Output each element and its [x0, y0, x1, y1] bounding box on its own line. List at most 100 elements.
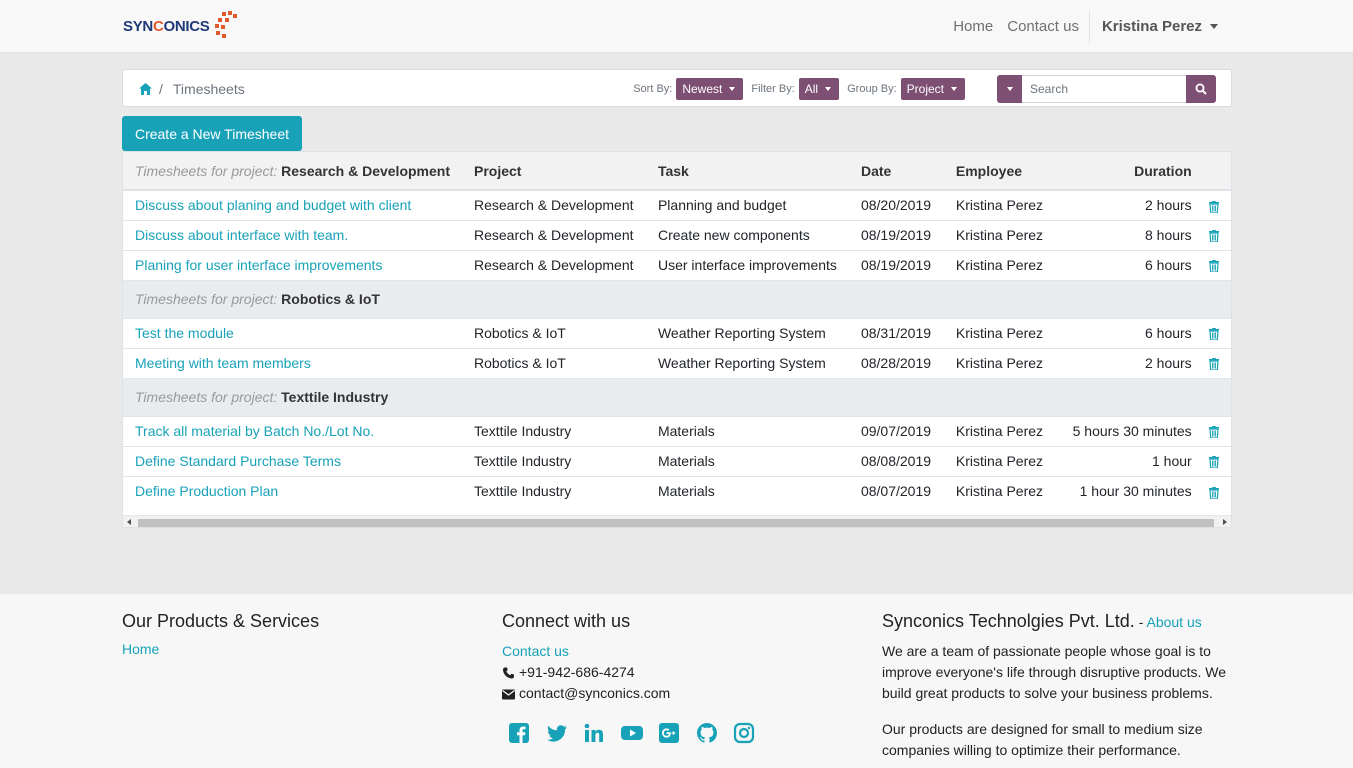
- search-options-dropdown[interactable]: [997, 75, 1022, 103]
- footer-contact-link[interactable]: Contact us: [502, 641, 569, 662]
- scroll-left-icon[interactable]: [127, 519, 131, 525]
- youtube-icon[interactable]: [620, 722, 643, 744]
- footer: Our Products & Services Home Connect wit…: [0, 594, 1353, 768]
- group-dropdown[interactable]: Project: [900, 78, 965, 100]
- trash-icon[interactable]: [1209, 456, 1220, 469]
- breadcrumb-separator: /: [159, 81, 163, 97]
- column-task[interactable]: Task: [645, 152, 849, 191]
- scroll-right-icon[interactable]: [1223, 519, 1227, 525]
- delete-button[interactable]: [1203, 415, 1231, 446]
- footer-products-title: Our Products & Services: [122, 611, 320, 631]
- delete-button[interactable]: [1203, 219, 1231, 250]
- column-duration[interactable]: Duration: [1055, 152, 1204, 191]
- cell-date: 08/20/2019: [848, 189, 944, 220]
- trash-icon[interactable]: [1209, 486, 1220, 499]
- timesheet-table-container: Timesheets for project: Research & Devel…: [122, 151, 1232, 528]
- footer-phone: +91-942-686-4274: [502, 662, 771, 683]
- delete-button[interactable]: [1203, 317, 1231, 348]
- chevron-down-icon: [1006, 87, 1013, 91]
- cell-task: User interface improvements: [645, 249, 849, 280]
- nav-home-link[interactable]: Home: [946, 18, 1000, 35]
- footer-home-link[interactable]: Home: [122, 641, 159, 657]
- cell-employee: Kristina Perez: [943, 189, 1056, 220]
- google-plus-icon[interactable]: [658, 722, 680, 744]
- group-row: Timesheets for project: Robotics & IoT: [123, 279, 1231, 318]
- footer-products: Our Products & Services Home: [122, 611, 319, 657]
- cell-duration: 1 hour 30 minutes: [1055, 475, 1204, 506]
- search-icon: [1195, 83, 1207, 95]
- timesheet-table: Timesheets for project: Research & Devel…: [123, 152, 1231, 506]
- timesheet-title-link[interactable]: Track all material by Batch No./Lot No.: [135, 423, 374, 439]
- timesheet-title-link[interactable]: Test the module: [135, 325, 234, 341]
- filter-dropdown[interactable]: All: [798, 78, 840, 100]
- cell-date: 08/31/2019: [848, 317, 944, 348]
- delete-button[interactable]: [1203, 475, 1231, 506]
- group-name: Texttile Industry: [281, 389, 389, 405]
- breadcrumb-current: Timesheets: [172, 81, 245, 97]
- footer-email: contact@synconics.com: [502, 683, 771, 704]
- timesheet-title-link[interactable]: Discuss about interface with team.: [135, 227, 348, 243]
- logo-mark: [212, 10, 238, 42]
- about-us-link[interactable]: About us: [1146, 614, 1201, 630]
- trash-icon[interactable]: [1209, 200, 1220, 213]
- cell-employee: Kristina Perez: [943, 219, 1056, 250]
- about-paragraph-2: Our products are designed for small to m…: [882, 721, 1203, 758]
- cell-employee: Kristina Perez: [943, 347, 1056, 378]
- twitter-icon[interactable]: [546, 722, 568, 744]
- trash-icon[interactable]: [1209, 328, 1220, 341]
- trash-icon[interactable]: [1209, 358, 1220, 371]
- breadcrumb: / Timesheets: [139, 70, 245, 108]
- horizontal-scrollbar[interactable]: [123, 515, 1231, 527]
- instagram-icon[interactable]: [733, 722, 755, 744]
- brand-logo[interactable]: SYNCONICS: [123, 9, 238, 43]
- cell-project: Research & Development: [462, 249, 646, 280]
- timesheet-title-link[interactable]: Discuss about planing and budget with cl…: [135, 197, 411, 213]
- cell-project: Research & Development: [462, 219, 646, 250]
- cell-project: Research & Development: [462, 189, 646, 220]
- delete-button[interactable]: [1203, 189, 1231, 220]
- column-date[interactable]: Date: [848, 152, 944, 191]
- nav-contact-link[interactable]: Contact us: [1000, 18, 1086, 35]
- table-row: Define Production Plan Texttile Industry M…: [123, 475, 1231, 506]
- delete-button[interactable]: [1203, 249, 1231, 280]
- trash-icon[interactable]: [1209, 230, 1220, 243]
- chevron-down-icon: [825, 87, 832, 91]
- sort-dropdown[interactable]: Newest: [676, 78, 744, 100]
- cell-duration: 8 hours: [1055, 219, 1204, 250]
- user-menu[interactable]: Kristina Perez: [1094, 18, 1226, 35]
- group-label: Group By:: [847, 83, 897, 95]
- timesheet-title-link[interactable]: Define Production Plan: [135, 483, 278, 499]
- navbar: SYNCONICS Home Contact us Kristina Perez: [0, 0, 1353, 53]
- cell-date: 09/07/2019: [848, 415, 944, 446]
- search-input[interactable]: Search: [1022, 75, 1186, 103]
- scrollbar-thumb[interactable]: [138, 519, 1214, 527]
- cell-task: Materials: [645, 475, 849, 506]
- trash-icon[interactable]: [1209, 426, 1220, 439]
- column-employee[interactable]: Employee: [943, 152, 1056, 191]
- cell-date: 08/08/2019: [848, 445, 944, 476]
- group-name: Research & Development: [281, 162, 450, 179]
- create-timesheet-button[interactable]: Create a New Timesheet: [122, 116, 302, 151]
- cell-date: 08/07/2019: [848, 475, 944, 506]
- cell-project: Texttile Industry: [462, 415, 646, 446]
- github-icon[interactable]: [696, 722, 718, 744]
- group-header: Timesheets for project: Research & Devel…: [123, 152, 462, 191]
- column-project[interactable]: Project: [462, 152, 646, 191]
- group-header: Timesheets for project: Robotics & IoT: [123, 279, 1231, 318]
- facebook-icon[interactable]: [508, 722, 530, 744]
- timesheet-title-link[interactable]: Planing for user interface improvements: [135, 257, 382, 273]
- search-button[interactable]: [1186, 75, 1216, 103]
- trash-icon[interactable]: [1209, 260, 1220, 273]
- delete-button[interactable]: [1203, 445, 1231, 476]
- timesheet-title-link[interactable]: Define Standard Purchase Terms: [135, 453, 341, 469]
- home-icon[interactable]: [139, 83, 152, 95]
- cell-duration: 5 hours 30 minutes: [1055, 415, 1204, 446]
- timesheet-title-link[interactable]: Meeting with team members: [135, 355, 311, 371]
- cell-employee: Kristina Perez: [943, 415, 1056, 446]
- cell-project: Robotics & IoT: [462, 317, 646, 348]
- linkedin-icon[interactable]: [583, 722, 605, 744]
- delete-button[interactable]: [1203, 347, 1231, 378]
- table-row: Track all material by Batch No./Lot No. T…: [123, 415, 1231, 446]
- cell-date: 08/28/2019: [848, 347, 944, 378]
- table-row: Test the module Robotics & IoT Weather Rep…: [123, 317, 1231, 348]
